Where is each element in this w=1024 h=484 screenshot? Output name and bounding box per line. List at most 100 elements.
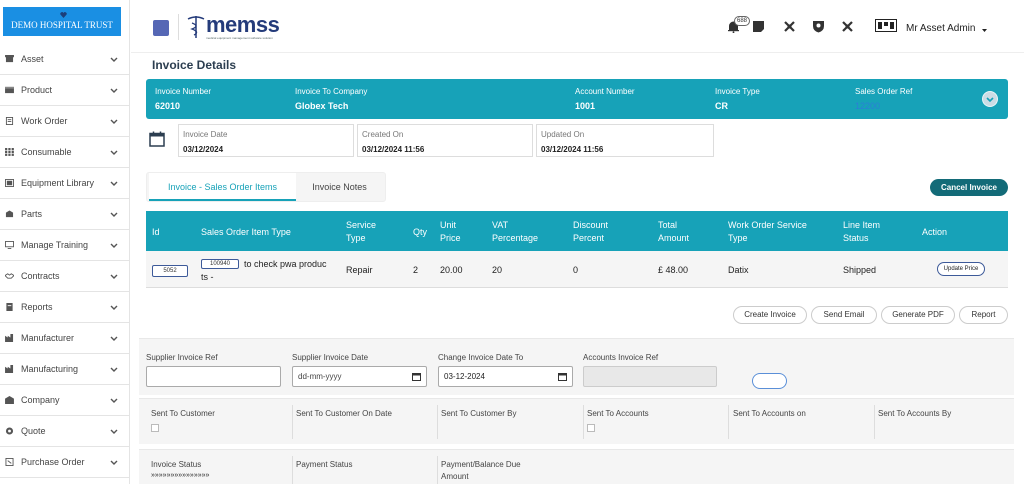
report-icon (6, 303, 13, 311)
sidebar-item-parts[interactable]: Parts (0, 199, 129, 230)
company-field: Invoice To Company Globex Tech (295, 87, 367, 111)
invoice-tabs: Invoice - Sales Order Items Invoice Note… (146, 172, 386, 202)
parts-icon (5, 210, 14, 218)
calendar-icon[interactable] (558, 372, 567, 381)
sidebar-item-label: Manufacturer (21, 333, 75, 343)
handshake-icon (5, 273, 14, 279)
notes-icon[interactable] (752, 20, 765, 33)
create-invoice-button[interactable]: Create Invoice (733, 306, 807, 324)
payment-status-label: Payment Status (296, 460, 353, 469)
updated-on-label: Updated On (541, 130, 585, 139)
created-on-value: 03/12/2024 11:56 (362, 145, 425, 154)
tab-invoice-notes[interactable]: Invoice Notes (297, 173, 382, 201)
logo-text: memss (206, 12, 280, 37)
header-line: Unit (440, 220, 457, 230)
column-divider (437, 405, 438, 439)
supplier-ref-label: Supplier Invoice Ref (146, 353, 218, 362)
supplier-date-input[interactable]: dd-mm-yyyy (292, 366, 427, 387)
chevron-down-icon (110, 212, 118, 217)
accounts-ref-input (583, 366, 717, 387)
expand-button[interactable] (982, 91, 998, 107)
calendar-icon (149, 131, 165, 147)
cancel-invoice-button[interactable]: Cancel Invoice (930, 179, 1008, 196)
topbar: memss medical equipment management softw… (131, 0, 1024, 53)
tools-icon[interactable] (783, 20, 796, 33)
calendar-icon[interactable] (412, 372, 421, 381)
chevron-down-icon (986, 97, 994, 102)
monitor-icon (5, 241, 14, 249)
sidebar-item-purchase-order[interactable]: Purchase Order (0, 447, 129, 478)
invoice-status-value: »»»»»»»»»»»»»»» (151, 472, 210, 479)
user-name[interactable]: Mr Asset Admin (906, 23, 975, 34)
header-line: Discount (573, 220, 609, 230)
company-value: Globex Tech (295, 101, 349, 111)
sidebar-item-work-order[interactable]: Work Order (0, 106, 129, 137)
header-line: VAT (492, 220, 509, 230)
sidebar-item-product[interactable]: Product (0, 75, 129, 106)
update-price-button[interactable]: Update Price (937, 262, 985, 276)
supplier-ref-input[interactable] (146, 366, 281, 387)
sidebar-item-contracts[interactable]: Contracts (0, 261, 129, 292)
column-divider (728, 405, 729, 439)
item-id-tag[interactable]: 5052 (152, 265, 188, 277)
sidebar: DEMO HOSPITAL TRUST Asset Product Work O… (0, 0, 130, 484)
sent-to-customer-checkbox[interactable] (151, 424, 159, 432)
caret-down-icon[interactable] (982, 29, 987, 32)
header-vat: VAT Percentage (492, 219, 538, 245)
invoice-number-value: 62010 (155, 101, 181, 111)
app-logo[interactable]: memss medical equipment management softw… (186, 12, 281, 42)
header-line: Price (440, 233, 461, 243)
sidebar-item-consumable[interactable]: Consumable (0, 137, 129, 168)
sidebar-item-reports[interactable]: Reports (0, 292, 129, 323)
invoice-summary-bar: Invoice Number 62010 Invoice To Company … (146, 79, 1008, 119)
chevron-down-icon (110, 367, 118, 372)
column-divider (292, 405, 293, 439)
purchase-icon (5, 458, 14, 466)
sales-order-ref-link[interactable]: 12200 (855, 101, 880, 111)
sent-to-customer-date-label: Sent To Customer On Date (296, 409, 392, 418)
sidebar-item-manufacturing[interactable]: Manufacturing (0, 354, 129, 385)
sent-to-accounts-by-label: Sent To Accounts By (878, 409, 952, 418)
table-row: 5052 100940 to check pwa produc ts - Rep… (146, 251, 1008, 288)
sidebar-item-label: Work Order (21, 116, 68, 126)
sales-order-ref-label: Sales Order Ref (855, 87, 913, 96)
quote-icon (5, 427, 14, 435)
header-id: Id (152, 227, 160, 237)
sidebar-item-quote[interactable]: Quote (0, 416, 129, 447)
tab-sales-order-items[interactable]: Invoice - Sales Order Items (149, 173, 296, 201)
send-email-button[interactable]: Send Email (811, 306, 877, 324)
sent-to-accounts-checkbox[interactable] (587, 424, 595, 432)
column-divider (292, 456, 293, 484)
chevron-down-icon (110, 460, 118, 465)
sidebar-item-manufacturer[interactable]: Manufacturer (0, 323, 129, 354)
sidebar-item-company[interactable]: Company (0, 385, 129, 416)
change-date-input[interactable]: 03-12-2024 (438, 366, 573, 387)
invoice-number-label: Invoice Number (155, 87, 212, 96)
account-number-value: 1001 (575, 101, 596, 111)
tools-icon[interactable] (841, 20, 854, 33)
account-number-label: Account Number (575, 87, 635, 96)
sidebar-item-equipment-library[interactable]: Equipment Library (0, 168, 129, 199)
avatar[interactable] (875, 19, 897, 32)
sidebar-menu: Asset Product Work Order Consumable Equi… (0, 44, 129, 478)
invoice-date-value: 03/12/2024 (183, 145, 224, 154)
building-icon (5, 396, 14, 404)
item-code-tag[interactable]: 100940 (201, 259, 239, 269)
report-button[interactable]: Report (959, 306, 1008, 324)
sidebar-item-manage-training[interactable]: Manage Training (0, 230, 129, 261)
brand-banner[interactable]: DEMO HOSPITAL TRUST (3, 7, 121, 36)
chevron-down-icon (110, 336, 118, 341)
header-line: Percent (573, 233, 605, 243)
shield-icon[interactable] (812, 20, 825, 33)
payment-due-label-cont: Amount (441, 472, 469, 481)
column-divider (874, 405, 875, 439)
generate-pdf-button[interactable]: Generate PDF (881, 306, 955, 324)
save-ref-button[interactable] (752, 373, 787, 389)
invoice-date-box: Invoice Date 03/12/2024 (178, 124, 354, 157)
logo-divider (178, 14, 179, 40)
header-line: Service (346, 220, 377, 230)
sent-to-accounts-on-label: Sent To Accounts on (733, 409, 806, 418)
item-description: to check pwa produc (244, 259, 327, 269)
menu-toggle-button[interactable] (153, 20, 169, 36)
sidebar-item-asset[interactable]: Asset (0, 44, 129, 75)
